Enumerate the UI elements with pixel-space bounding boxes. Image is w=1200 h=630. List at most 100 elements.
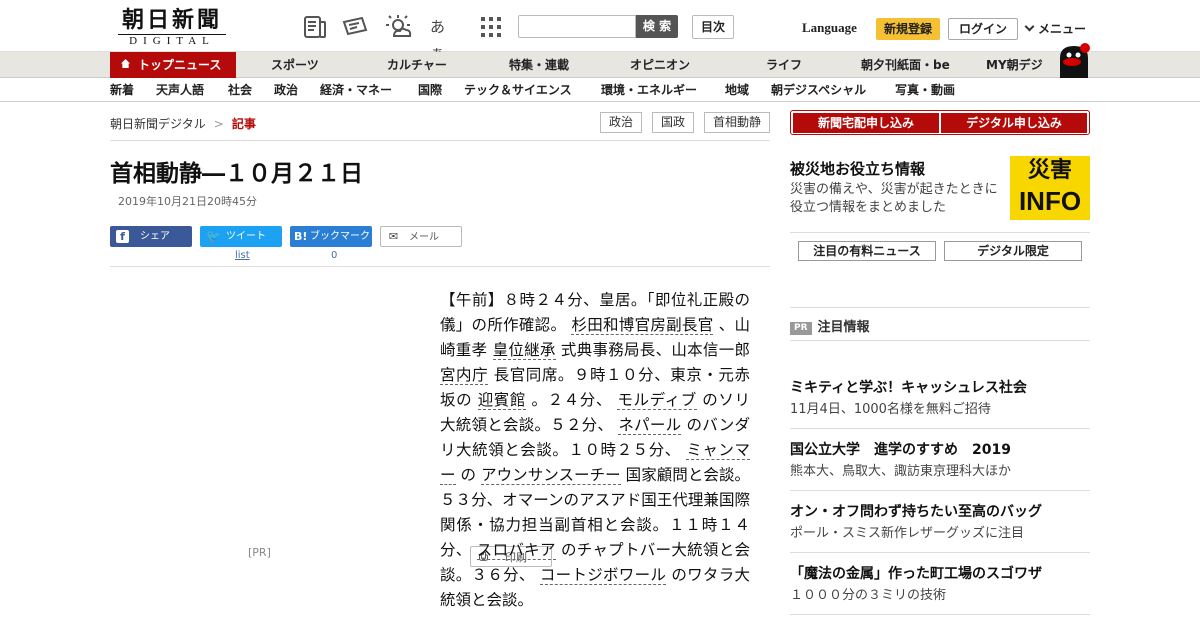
breadcrumb-separator: >: [213, 117, 224, 131]
secondary-nav: 新着 天声人語 社会 政治 経済・マネー 国際 テック＆サイエンス 環境・エネル…: [0, 79, 1200, 102]
article-keyword-link[interactable]: スロバキア: [476, 541, 556, 560]
search-input[interactable]: [518, 15, 636, 38]
divider: [790, 552, 1090, 553]
top-bar: 朝日新聞 DIGITAL あぁ 検 索 目次 Language 新規登録 ログイ…: [0, 0, 1200, 62]
twitter-share-button[interactable]: 🐦 ツイート: [200, 226, 282, 247]
toc-button[interactable]: 目次: [692, 15, 734, 39]
nav-opinion[interactable]: オピニオン: [630, 52, 690, 78]
mail-label: メール: [409, 232, 439, 243]
article-title: 首相動静―１０月２１日: [110, 160, 363, 187]
article-body: 【午前】８時２４分、皇居。「即位礼正殿の儀」の所作確認。 杉田和博官房副長官 、…: [440, 288, 750, 613]
nav-features[interactable]: 特集・連載: [509, 52, 569, 78]
bookmark-label: ブックマーク: [310, 231, 370, 242]
facebook-icon: f: [116, 230, 129, 243]
nav-economy[interactable]: 経済・マネー: [320, 79, 392, 101]
nav-paper[interactable]: 朝夕刊紙面・be: [861, 52, 950, 78]
hatena-icon: B!: [294, 230, 308, 243]
pr-item[interactable]: オン・オフ問わず持ちたい至高のバッグ ポール・スミス新作レザーグッズに注目: [790, 502, 1090, 544]
pr-item-desc: 11月4日、1000名様を無料ご招待: [790, 402, 991, 417]
nav-environment[interactable]: 環境・エネルギー: [601, 79, 697, 101]
menu-button[interactable]: メニュー: [1024, 20, 1087, 37]
primary-nav: トップニュース スポーツ カルチャー 特集・連載 オピニオン ライフ 朝夕刊紙面…: [0, 52, 1200, 78]
divider: [790, 490, 1090, 491]
article-keyword-link[interactable]: 杉田和博官房副長官: [571, 316, 714, 335]
newspaper-icon[interactable]: [302, 14, 328, 40]
mascot-icon[interactable]: [1054, 42, 1092, 78]
divider: [110, 140, 770, 141]
nav-photo-video[interactable]: 写真・動画: [895, 79, 955, 101]
mail-icon: ✉: [388, 230, 399, 243]
mail-share-button[interactable]: ✉ メール: [380, 226, 462, 247]
hatena-count[interactable]: 0: [331, 250, 337, 261]
disaster-info-desc: 災害の備えや、災害が起きたときに役立つ情報をまとめました: [790, 182, 998, 215]
twitter-icon: 🐦: [206, 229, 221, 243]
article-keyword-link[interactable]: 皇位継承: [492, 341, 556, 360]
nav-tenseijingo[interactable]: 天声人語: [156, 79, 204, 101]
article-text: の: [455, 466, 482, 484]
nav-life[interactable]: ライフ: [766, 52, 802, 78]
disaster-banner-text: 災害: [1027, 158, 1072, 183]
subscribe-digital-button[interactable]: デジタル申し込み: [941, 113, 1087, 133]
divider: [790, 614, 1090, 615]
pr-item[interactable]: 「魔法の金属」作った町工場のスゴワザ １０００分の３ミリの技術: [790, 564, 1090, 606]
article-keyword-link[interactable]: ネパール: [618, 416, 682, 435]
divider: [110, 266, 770, 267]
tab-digital-only[interactable]: デジタル限定: [944, 241, 1082, 261]
nav-special[interactable]: 朝デジスペシャル: [771, 79, 866, 101]
pr-item-title[interactable]: ミキティと学ぶ！キャッシュレス社会: [790, 378, 1090, 398]
hatena-bookmark-button[interactable]: B! ブックマーク: [290, 226, 372, 247]
nav-top-news[interactable]: トップニュース: [110, 52, 236, 78]
breadcrumb-current: 記事: [231, 117, 256, 131]
grid-menu-icon[interactable]: [478, 14, 504, 40]
tag-pm-schedule[interactable]: 首相動静: [704, 112, 770, 133]
nav-tech[interactable]: テック＆サイエンス: [464, 79, 572, 101]
weather-icon[interactable]: [386, 14, 412, 40]
pr-item-desc: １０００分の３ミリの技術: [790, 588, 947, 603]
article-date: 2019年10月21日20時45分: [118, 195, 257, 208]
menu-label: メニュー: [1038, 22, 1087, 36]
share-label: シェア: [140, 231, 170, 242]
nav-latest[interactable]: 新着: [110, 79, 134, 101]
pr-item-title[interactable]: オン・オフ問わず持ちたい至高のバッグ: [790, 502, 1090, 522]
register-button[interactable]: 新規登録: [876, 18, 940, 40]
tag-politics[interactable]: 政治: [600, 112, 642, 133]
disaster-info-title[interactable]: 被災地お役立ち情報: [790, 158, 925, 179]
subscribe-home-delivery-button[interactable]: 新聞宅配申し込み: [793, 113, 939, 133]
divider: [790, 340, 1090, 341]
pr-item-desc: 熊本大、鳥取大、諏訪東京理科大ほか: [790, 464, 1012, 479]
pr-item[interactable]: 国公立大学 進学のすすめ 2019 熊本大、鳥取大、諏訪東京理科大ほか: [790, 440, 1090, 482]
language-link[interactable]: Language: [802, 20, 857, 36]
pr-section-title: PR 注目情報: [790, 316, 870, 335]
article-keyword-link[interactable]: コートジボワール: [539, 566, 667, 585]
pr-item-desc: ポール・スミス新作レザーグッズに注目: [790, 526, 1025, 541]
nav-politics[interactable]: 政治: [274, 79, 298, 101]
divider: [790, 232, 1090, 233]
pr-item[interactable]: ミキティと学ぶ！キャッシュレス社会 11月4日、1000名様を無料ご招待: [790, 378, 1090, 420]
search-button[interactable]: 検 索: [636, 15, 678, 38]
nav-sports[interactable]: スポーツ: [271, 52, 319, 78]
bookmark-icon[interactable]: [342, 14, 368, 40]
pr-item-title[interactable]: 「魔法の金属」作った町工場のスゴワザ: [790, 564, 1090, 584]
text-size-icon[interactable]: あぁ: [430, 14, 456, 62]
tag-national-politics[interactable]: 国政: [652, 112, 694, 133]
divider: [790, 307, 1090, 308]
breadcrumb-home[interactable]: 朝日新聞デジタル: [110, 117, 206, 131]
nav-region[interactable]: 地域: [725, 79, 749, 101]
facebook-share-button[interactable]: f シェア: [110, 226, 192, 247]
asahi-logo[interactable]: 朝日新聞 DIGITAL: [112, 8, 232, 48]
twitter-count[interactable]: list: [235, 250, 250, 261]
nav-culture[interactable]: カルチャー: [387, 52, 447, 78]
article-keyword-link[interactable]: アウンサンスーチー: [481, 466, 621, 485]
chevron-down-icon: [1024, 21, 1035, 32]
login-button[interactable]: ログイン: [948, 18, 1018, 40]
nav-my-asadigi[interactable]: MY朝デジ: [986, 52, 1043, 78]
pr-item-title[interactable]: 国公立大学 進学のすすめ 2019: [790, 440, 1090, 460]
nav-society[interactable]: 社会: [228, 79, 252, 101]
disaster-info-banner[interactable]: 災害 INFO: [1010, 156, 1090, 220]
nav-international[interactable]: 国際: [418, 79, 442, 101]
article-keyword-link[interactable]: 迎賓館: [477, 391, 526, 410]
pr-ad-label: [PR]: [248, 546, 271, 559]
article-keyword-link[interactable]: モルディブ: [617, 391, 697, 410]
tab-paid-news[interactable]: 注目の有料ニュース: [798, 241, 936, 261]
article-keyword-link[interactable]: 宮内庁: [440, 366, 489, 385]
